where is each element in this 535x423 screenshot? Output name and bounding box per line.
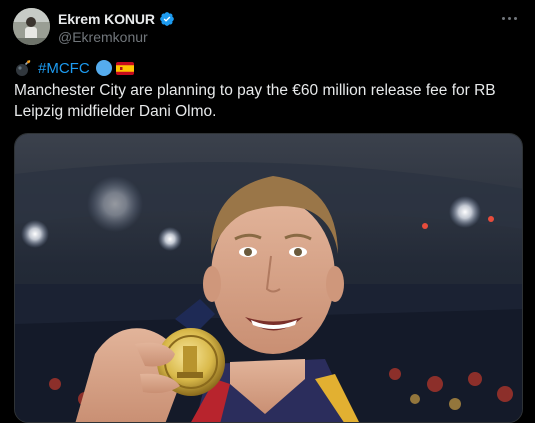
spain-flag-icon <box>115 61 134 75</box>
handle[interactable]: @Ekremkonur <box>58 29 175 45</box>
more-options-icon[interactable] <box>499 10 519 26</box>
blue-circle-emoji-icon <box>95 60 112 76</box>
tweet-text: Manchester City are planning to pay the … <box>14 82 496 120</box>
tweet-media-image[interactable] <box>14 133 523 423</box>
display-name[interactable]: Ekrem KONUR <box>58 11 155 27</box>
verified-badge-icon[interactable] <box>159 11 175 27</box>
tweet-first-line: #MCFC <box>14 58 134 78</box>
author-block: Ekrem KONUR @Ekremkonur <box>58 10 175 45</box>
hashtag-link[interactable]: #MCFC <box>38 60 90 77</box>
bomb-emoji-icon <box>14 59 32 77</box>
tweet-card[interactable]: Ekrem KONUR @Ekremkonur #MCFC Manchester… <box>0 0 535 423</box>
avatar[interactable] <box>13 8 50 45</box>
